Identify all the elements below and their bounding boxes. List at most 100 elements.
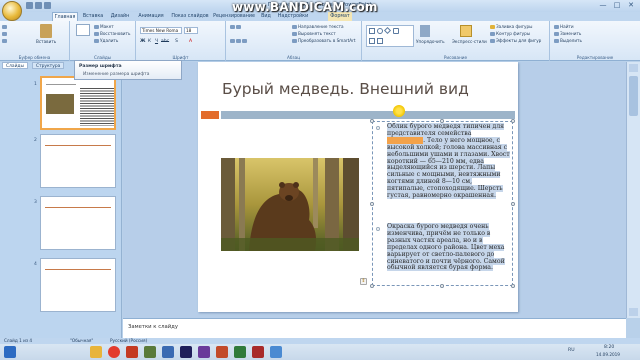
line-shape-icon[interactable]	[377, 38, 383, 44]
new-slide-icon[interactable]	[76, 24, 90, 36]
explorer-icon[interactable]	[90, 346, 102, 358]
tab-design[interactable]: Дизайн	[108, 12, 132, 21]
arrow-shape-icon[interactable]	[369, 38, 375, 44]
tooltip-description: Изменение размера шрифта	[83, 72, 150, 77]
word-icon[interactable]	[162, 346, 174, 358]
resize-handle[interactable]	[511, 284, 515, 288]
tab-outline[interactable]: Структура	[32, 62, 65, 69]
maximize-button[interactable]: □	[610, 1, 624, 10]
reset-button[interactable]: Восстановить	[94, 31, 130, 37]
delete-button[interactable]: Удалить	[94, 38, 118, 44]
office-button-icon[interactable]	[2, 1, 22, 21]
strikethrough-button[interactable]: abc	[161, 39, 169, 44]
undo-icon[interactable]	[35, 2, 42, 9]
group-drawing: Упорядочить Экспресс-стили Заливка фигур…	[362, 21, 550, 61]
delete-label: Удалить	[100, 38, 119, 43]
bold-button[interactable]: Ж	[140, 39, 146, 44]
redo-icon[interactable]	[44, 2, 51, 9]
shape-fill-button[interactable]: Заливка фигуры	[490, 24, 533, 30]
browser-icon[interactable]	[108, 346, 120, 358]
resize-handle[interactable]	[370, 119, 374, 123]
resize-handle[interactable]	[511, 202, 515, 206]
save-icon[interactable]	[26, 2, 33, 9]
resize-handle[interactable]	[440, 119, 444, 123]
shadow-button[interactable]: S	[174, 39, 179, 44]
replace-button[interactable]: Заменить	[554, 31, 581, 37]
paragraph-1[interactable]: Облик бурого медведя типичен для предста…	[387, 123, 511, 200]
align-buttons[interactable]	[230, 38, 248, 44]
font-name-combo[interactable]: Times New Roma	[140, 27, 182, 34]
bear-photo[interactable]	[221, 158, 359, 251]
start-icon[interactable]	[4, 346, 16, 358]
numbered-list-icon	[236, 25, 241, 29]
resize-handle[interactable]	[370, 202, 374, 206]
vertical-scrollbar[interactable]	[626, 62, 640, 318]
slide-thumbnail-1[interactable]	[40, 76, 116, 130]
font-color-button[interactable]: A	[188, 39, 193, 44]
diamond-shape-icon[interactable]	[383, 26, 392, 35]
scroll-down-icon[interactable]	[629, 308, 638, 316]
text-direction-button[interactable]: Направление текста	[292, 24, 344, 30]
italic-button[interactable]: К	[147, 39, 152, 44]
resize-handle[interactable]	[370, 284, 374, 288]
slide-thumbnail-2[interactable]	[40, 134, 116, 188]
arrange-button[interactable]: Упорядочить	[416, 39, 445, 45]
group-label: Буфер обмена	[18, 55, 51, 60]
notes-pane[interactable]: Заметки к слайду	[123, 318, 626, 338]
tab-animation[interactable]: Анимация	[134, 12, 168, 21]
shape-outline-button[interactable]: Контур фигуры	[490, 31, 530, 37]
underline-button[interactable]: Ч	[154, 39, 159, 44]
arrange-icon[interactable]	[420, 25, 430, 37]
premiere-icon[interactable]	[180, 346, 192, 358]
tab-slides[interactable]: Слайды	[2, 62, 28, 69]
select-label: Выделить	[560, 38, 582, 43]
quick-styles-icon[interactable]	[460, 25, 472, 37]
clock-time[interactable]: 8:20	[604, 345, 614, 350]
slide-thumbnail-4[interactable]	[40, 258, 116, 312]
resize-handle[interactable]	[511, 119, 515, 123]
paragraph-2[interactable]: Окраска бурого медведя очень изменчива, …	[387, 223, 511, 272]
minimize-button[interactable]: —	[596, 1, 610, 10]
app-icon[interactable]	[198, 346, 210, 358]
oval-shape-icon[interactable]	[377, 28, 383, 34]
rectangle-shape-icon[interactable]	[369, 28, 375, 34]
app-icon[interactable]	[126, 346, 138, 358]
rounded-shape-icon[interactable]	[393, 28, 399, 34]
slide-thumbnail-3[interactable]	[40, 196, 116, 250]
align-text-icon	[292, 32, 297, 36]
powerpoint-icon[interactable]	[216, 346, 228, 358]
tab-home[interactable]: Главная	[52, 12, 78, 21]
align-left-icon	[230, 39, 235, 43]
find-button[interactable]: Найти	[554, 24, 574, 30]
scroll-up-icon[interactable]	[629, 64, 638, 72]
cut-button[interactable]	[2, 24, 8, 30]
bullets-button[interactable]	[230, 24, 242, 30]
copy-button[interactable]	[2, 31, 8, 37]
app-icon[interactable]	[270, 346, 282, 358]
binoculars-icon	[554, 25, 559, 29]
ribbon: Вставить Буфер обмена Макет Восстановить…	[0, 21, 640, 61]
autofit-options-icon[interactable]: ⇕	[360, 278, 367, 285]
input-language[interactable]: RU	[568, 348, 575, 353]
excel-icon[interactable]	[234, 346, 246, 358]
slide-title[interactable]: Бурый медведь. Внешний вид	[222, 80, 469, 98]
shapes-gallery[interactable]	[366, 25, 414, 47]
content-textbox[interactable]: Облик бурого медведя типичен для предста…	[372, 121, 513, 286]
shape-effects-button[interactable]: Эффекты для фигур	[490, 38, 541, 44]
smartart-button[interactable]: Преобразовать в SmartArt	[292, 38, 356, 44]
format-painter-button[interactable]	[2, 38, 8, 44]
scroll-thumb[interactable]	[629, 76, 638, 116]
select-button[interactable]: Выделить	[554, 38, 582, 44]
align-text-button[interactable]: Выровнять текст	[292, 31, 336, 37]
paste-icon[interactable]	[40, 24, 52, 38]
quick-styles-button[interactable]: Экспресс-стили	[452, 39, 487, 45]
layout-button[interactable]: Макет	[94, 24, 114, 30]
app-icon[interactable]	[144, 346, 156, 358]
font-size-combo[interactable]: 18	[184, 27, 198, 34]
recorder-icon[interactable]	[252, 346, 264, 358]
tab-insert[interactable]: Вставка	[80, 12, 106, 21]
resize-handle[interactable]	[440, 284, 444, 288]
tab-slideshow[interactable]: Показ слайдов	[170, 12, 210, 21]
paste-button[interactable]: Вставить	[36, 39, 56, 45]
close-button[interactable]: ✕	[624, 1, 638, 10]
